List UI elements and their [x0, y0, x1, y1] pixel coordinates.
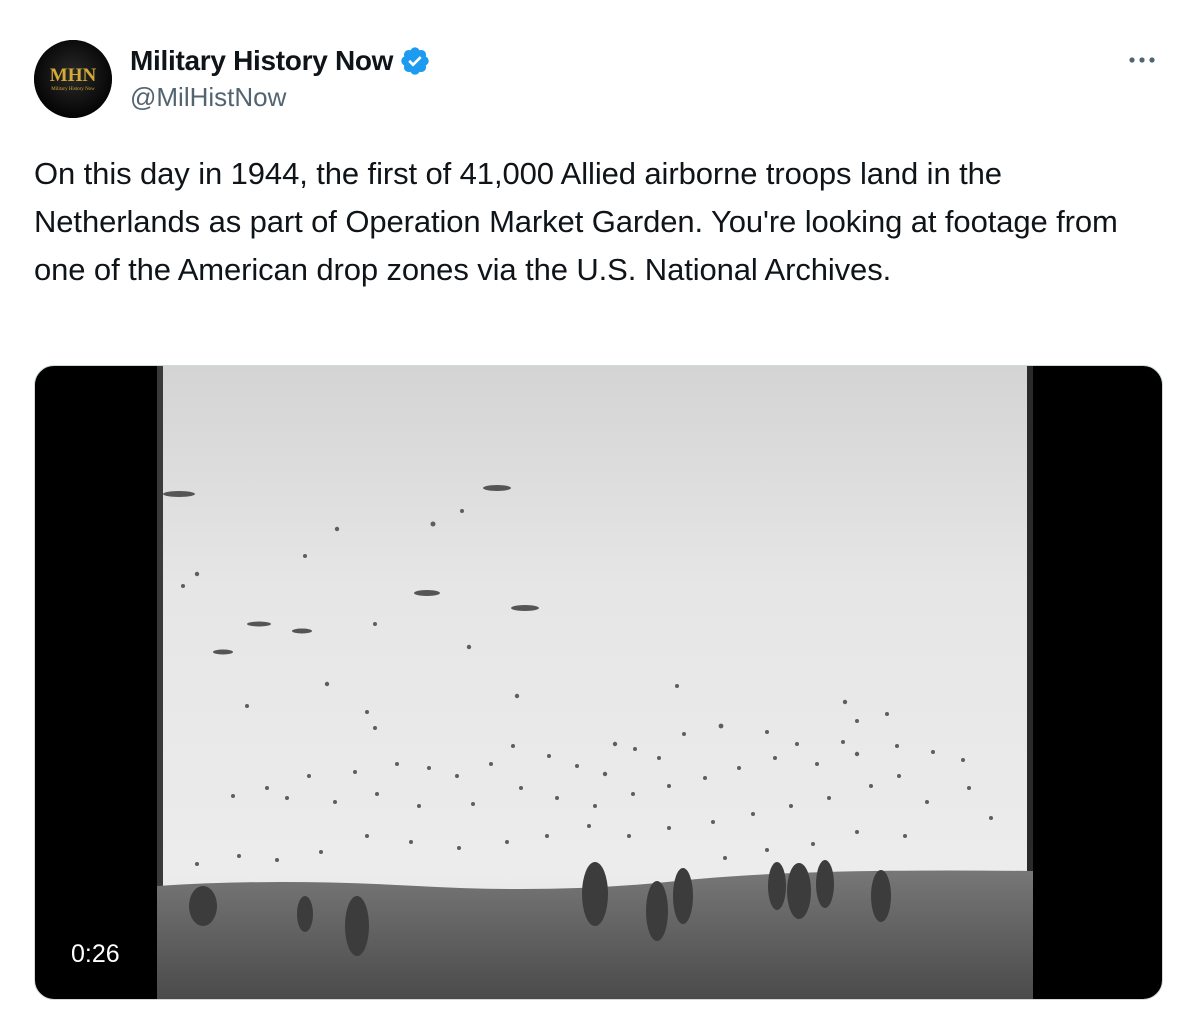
tweet-text: On this day in 1944, the first of 41,000…	[34, 156, 1118, 287]
video-thumbnail	[157, 366, 1033, 999]
display-name[interactable]: Military History Now	[130, 45, 393, 77]
video-duration-badge: 0:26	[61, 936, 130, 973]
tweet[interactable]: MHN Military History Now Military Histor…	[0, 0, 1186, 1030]
more-horizontal-icon	[1129, 57, 1155, 63]
user-handle[interactable]: @MilHistNow	[130, 82, 431, 113]
logo-text: MHN	[50, 65, 97, 86]
name-row: Military History Now	[130, 42, 431, 80]
avatar[interactable]: MHN Military History Now	[34, 40, 112, 118]
verified-badge-icon	[399, 45, 431, 77]
tweet-header: Military History Now @MilHistNow	[130, 42, 431, 113]
video-frame[interactable]	[157, 366, 1033, 999]
mhn-logo: MHN Military History Now	[34, 40, 112, 118]
video-player[interactable]: 0:26	[34, 365, 1163, 1000]
logo-subtext: Military History Now	[51, 87, 95, 92]
more-options-button[interactable]	[1124, 50, 1160, 70]
